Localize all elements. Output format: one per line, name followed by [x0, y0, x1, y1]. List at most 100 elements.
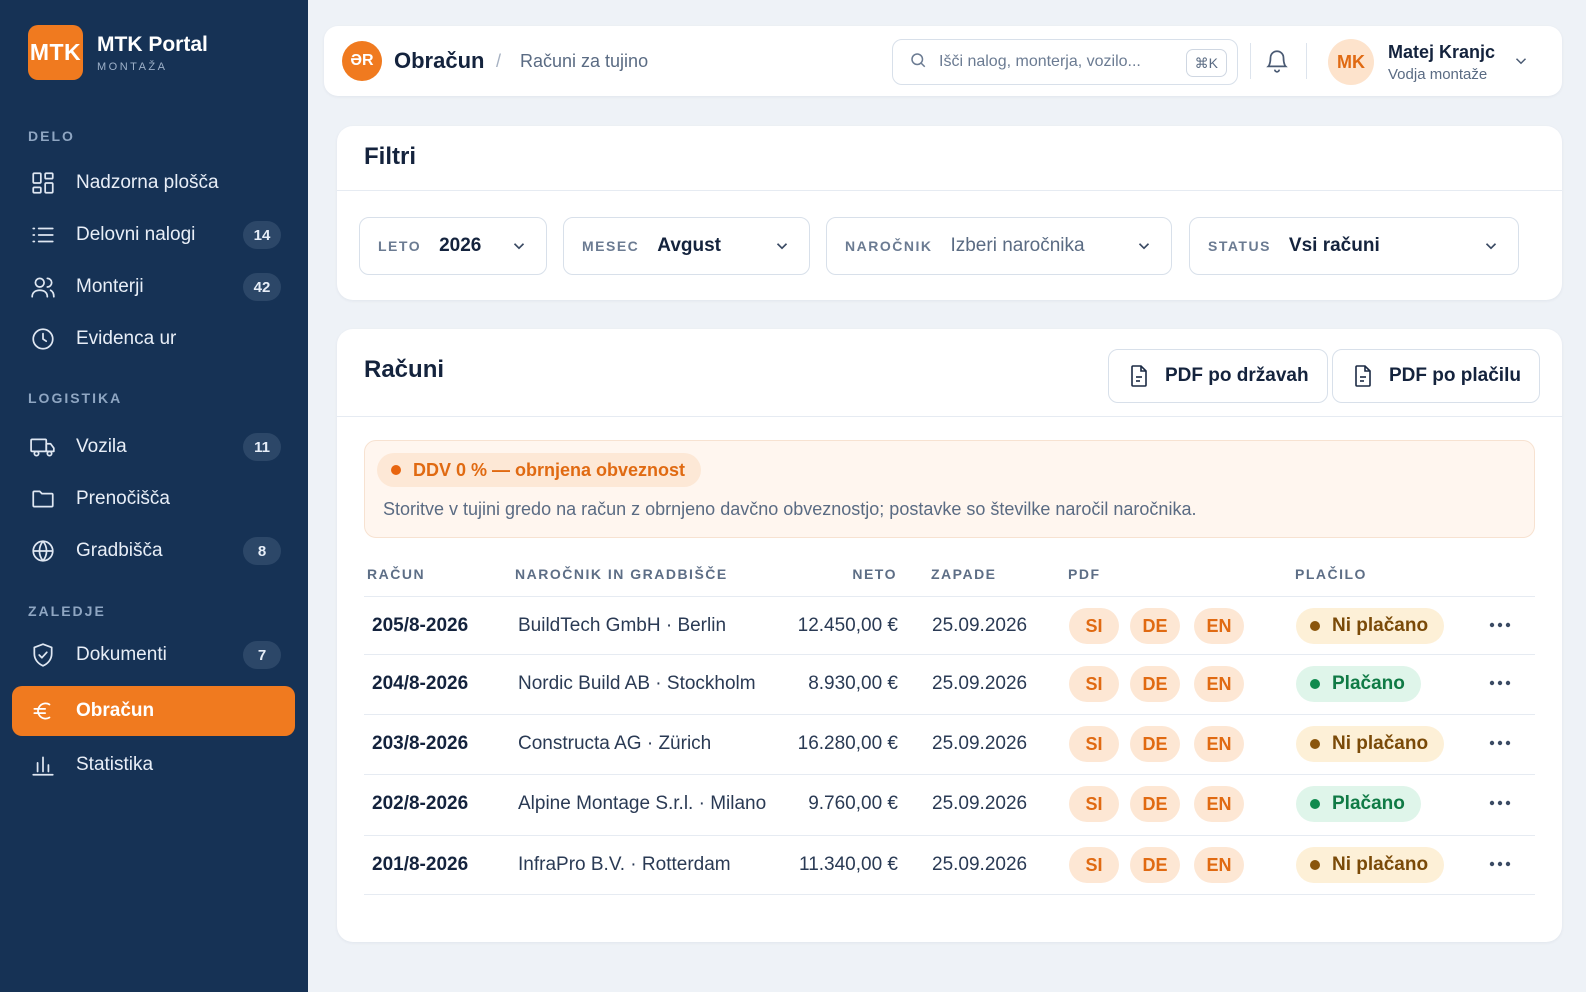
bell-icon[interactable] — [1264, 48, 1290, 74]
truck-icon — [28, 434, 58, 460]
year-select[interactable]: LETO 2026 — [359, 217, 547, 275]
breadcrumb[interactable]: Računi za tujino — [520, 51, 648, 72]
section-label-zaledje: ZALEDJE — [28, 603, 106, 619]
user-name[interactable]: Matej Kranjc — [1388, 42, 1495, 63]
count-badge: 14 — [243, 221, 281, 249]
more-icon[interactable] — [1486, 729, 1514, 757]
chevron-down-icon — [1135, 237, 1153, 260]
pdf-de-button[interactable]: DE — [1130, 786, 1180, 822]
due-date: 25.09.2026 — [932, 673, 1028, 694]
divider — [1306, 43, 1307, 79]
globe-icon — [28, 538, 58, 564]
pdf-en-button[interactable]: EN — [1194, 608, 1244, 644]
pdf-de-button[interactable]: DE — [1130, 847, 1180, 883]
brand[interactable]: MTK MTK Portal MONTAŽA — [28, 25, 208, 80]
month-select[interactable]: MESEC Avgust — [563, 217, 810, 275]
net-amount: 9.760,00 € — [808, 793, 898, 814]
search-input[interactable] — [939, 53, 1179, 71]
sidebar-item-documents[interactable]: Dokumenti 7 — [12, 630, 295, 680]
more-icon[interactable] — [1486, 850, 1514, 878]
pdf-si-button[interactable]: SI — [1069, 666, 1119, 702]
top-bar: ƏR Obračun / Računi za tujino ⌘K MK Mate… — [324, 26, 1562, 96]
status-badge[interactable]: Ni plačano — [1296, 726, 1445, 762]
status-badge[interactable]: Ni plačano — [1296, 608, 1445, 644]
select-value: Izberi naročnika — [950, 235, 1085, 256]
sidebar-item-billing[interactable]: Obračun — [12, 686, 295, 736]
pdf-by-payment-button[interactable]: PDF po plačilu — [1332, 349, 1540, 403]
chevron-down-icon[interactable] — [1512, 52, 1530, 75]
section-label-logistika: LOGISTIKA — [28, 390, 123, 406]
status-select[interactable]: STATUS Vsi računi — [1189, 217, 1519, 275]
customer-select[interactable]: NAROČNIK Izberi naročnika — [826, 217, 1172, 275]
table-row[interactable]: 202/8-2026 Alpine Montage S.r.l. · Milano… — [364, 774, 1535, 834]
pdf-si-button[interactable]: SI — [1069, 726, 1119, 762]
search-box[interactable]: ⌘K — [892, 39, 1238, 85]
column-header-due[interactable]: ZAPADE — [931, 566, 997, 582]
invoice-number[interactable]: 201/8-2026 — [372, 854, 468, 876]
sidebar-item-accommodation[interactable]: Prenočišča — [12, 474, 295, 524]
invoice-number[interactable]: 204/8-2026 — [372, 673, 468, 695]
status-badge[interactable]: Plačano — [1296, 666, 1421, 702]
pdf-de-button[interactable]: DE — [1130, 608, 1180, 644]
invoices-title: Računi — [364, 356, 445, 383]
sidebar-item-label: Dokumenti — [76, 644, 167, 665]
count-badge: 7 — [243, 641, 281, 669]
table-row[interactable]: 203/8-2026 Constructa AG · Zürich 16.280,0… — [364, 714, 1535, 774]
status-badge[interactable]: Ni plačano — [1296, 847, 1445, 883]
status-label: Plačano — [1332, 673, 1405, 694]
sidebar-item-time-tracking[interactable]: Evidenca ur — [12, 314, 295, 364]
avatar[interactable]: MK — [1328, 39, 1374, 85]
more-icon[interactable] — [1486, 669, 1514, 697]
customer-site: Nordic Build AB · Stockholm — [518, 673, 756, 694]
sidebar-item-installers[interactable]: Monterji 42 — [12, 262, 295, 312]
pdf-si-button[interactable]: SI — [1069, 608, 1119, 644]
pdf-en-button[interactable]: EN — [1194, 786, 1244, 822]
pdf-de-button[interactable]: DE — [1130, 726, 1180, 762]
sidebar-item-dashboard[interactable]: Nadzorna plošča — [12, 158, 295, 208]
breadcrumb-separator: / — [496, 51, 502, 71]
status-dot — [1310, 799, 1320, 809]
invoice-number[interactable]: 202/8-2026 — [372, 793, 468, 815]
due-date: 25.09.2026 — [932, 615, 1028, 636]
pdf-by-country-button[interactable]: PDF po državah — [1108, 349, 1328, 403]
status-dot — [1310, 739, 1320, 749]
vat-notice-text: Storitve v tujini gredo na račun z obrnj… — [383, 499, 1197, 519]
brand-subtitle: MONTAŽA — [97, 60, 168, 73]
section-label-delo: DELO — [28, 128, 75, 144]
table-row[interactable]: 204/8-2026 Nordic Build AB · Stockholm 8.9… — [364, 654, 1535, 714]
status-badge[interactable]: Plačano — [1296, 786, 1421, 822]
column-header-customer[interactable]: NAROČNIK IN GRADBIŠČE — [515, 566, 728, 582]
document-icon — [1131, 365, 1147, 387]
column-header-invoice[interactable]: RAČUN — [367, 566, 425, 582]
column-header-payment[interactable]: PLAČILO — [1295, 566, 1367, 582]
divider — [337, 190, 1562, 191]
invoice-number[interactable]: 205/8-2026 — [372, 615, 468, 637]
pdf-en-button[interactable]: EN — [1194, 847, 1244, 883]
sidebar-item-work-orders[interactable]: Delovni nalogi 14 — [12, 210, 295, 260]
filters-card: Filtri LETO 2026 MESEC Avgust NAROČNIK I… — [337, 126, 1562, 300]
select-value: 2026 — [439, 235, 482, 256]
sidebar-item-label: Statistika — [76, 754, 154, 775]
pdf-si-button[interactable]: SI — [1069, 786, 1119, 822]
sidebar-item-statistics[interactable]: Statistika — [12, 740, 295, 790]
select-value: Vsi računi — [1288, 235, 1380, 256]
folder-icon — [28, 486, 58, 512]
pdf-en-button[interactable]: EN — [1194, 726, 1244, 762]
sidebar-item-vehicles[interactable]: Vozila 11 — [12, 422, 295, 472]
select-label: NAROČNIK — [845, 238, 933, 254]
invoice-number[interactable]: 203/8-2026 — [372, 733, 468, 755]
pdf-en-button[interactable]: EN — [1194, 666, 1244, 702]
sidebar-item-sites[interactable]: Gradbišča 8 — [12, 526, 295, 576]
more-icon[interactable] — [1486, 789, 1514, 817]
table-row[interactable]: 205/8-2026 BuildTech GmbH · Berlin 12.450,… — [364, 596, 1535, 656]
pdf-de-button[interactable]: DE — [1130, 666, 1180, 702]
more-icon[interactable] — [1486, 611, 1514, 639]
sidebar-item-label: Nadzorna plošča — [76, 172, 219, 193]
count-badge: 11 — [243, 433, 281, 461]
net-amount: 11.340,00 € — [799, 854, 898, 875]
column-header-net[interactable]: NETO — [852, 566, 897, 582]
clock-icon — [28, 326, 58, 352]
pdf-si-button[interactable]: SI — [1069, 847, 1119, 883]
sidebar-item-label: Monterji — [76, 276, 144, 297]
table-row[interactable]: 201/8-2026 InfraPro B.V. · Rotterdam 11.34… — [364, 835, 1535, 895]
